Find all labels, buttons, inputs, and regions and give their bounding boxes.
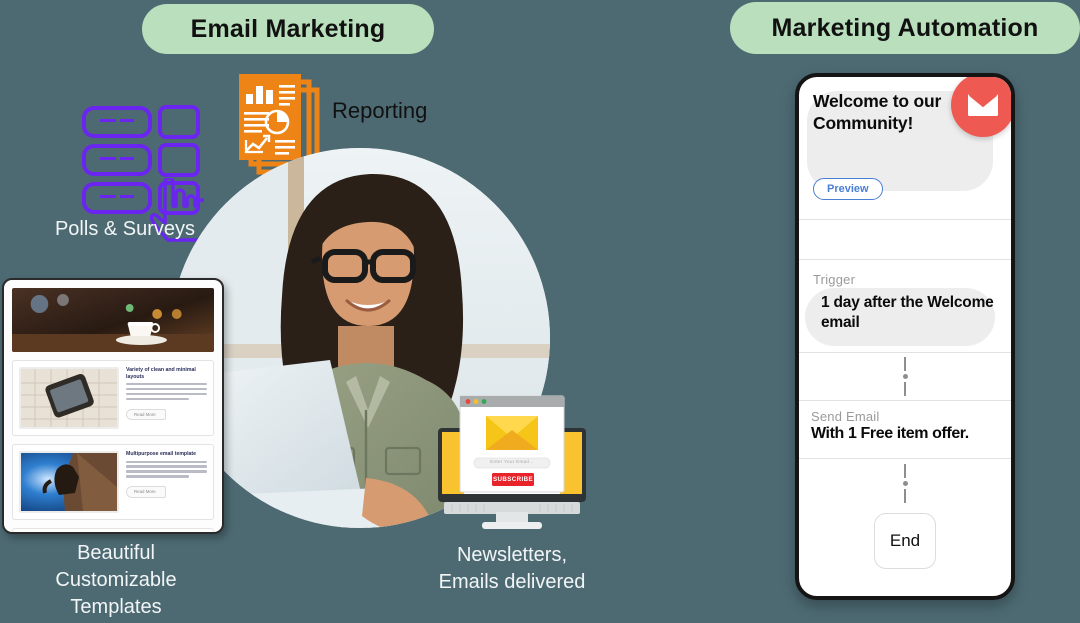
template-thumbnail bbox=[19, 451, 119, 513]
trigger-label: Trigger bbox=[813, 272, 856, 287]
email-template-preview-card: Variety of clean and minimal layouts Rea… bbox=[2, 278, 224, 534]
template-row: Variety of clean and minimal layouts Rea… bbox=[12, 360, 214, 436]
flow-spacer bbox=[799, 220, 1011, 260]
end-node[interactable]: End bbox=[874, 513, 936, 569]
checklist-pill bbox=[82, 106, 152, 138]
section-badge-email-marketing: Email Marketing bbox=[142, 4, 434, 54]
newsletter-signup-monitor: Enter Your Email... SUBSCRIBE bbox=[438, 394, 586, 530]
checklist-checkbox bbox=[158, 105, 200, 139]
templates-caption-line: Beautiful bbox=[77, 542, 155, 564]
flow-step-welcome[interactable]: Welcome to our Community! Preview bbox=[799, 77, 1011, 220]
newsletters-caption: Newsletters, Emails delivered bbox=[402, 542, 622, 596]
newsletters-caption-line: Newsletters, bbox=[456, 544, 568, 566]
template-row-text: Variety of clean and minimal layouts Rea… bbox=[126, 367, 207, 429]
flow-step-end: End bbox=[799, 507, 1011, 569]
newsletters-caption-line: Emails delivered bbox=[438, 571, 586, 593]
templates-caption: Beautiful Customizable Templates bbox=[0, 540, 232, 621]
checklist-pill bbox=[82, 182, 152, 214]
email-input-placeholder[interactable]: Enter Your Email... bbox=[474, 459, 550, 464]
send-email-value: With 1 Free item offer. bbox=[811, 425, 969, 442]
flow-connector bbox=[799, 459, 1011, 507]
template-row-body-placeholder bbox=[126, 383, 207, 401]
read-more-button[interactable]: Read More bbox=[126, 408, 166, 421]
templates-caption-line: Templates bbox=[70, 596, 162, 618]
template-row-text: Multipurpose email template Read More bbox=[126, 451, 207, 513]
reporting-label: Reporting bbox=[332, 98, 428, 123]
envelope-icon bbox=[951, 77, 1011, 137]
template-row-partial bbox=[12, 528, 214, 532]
section-badge-marketing-automation: Marketing Automation bbox=[730, 2, 1080, 54]
flow-step-trigger[interactable]: Trigger 1 day after the Welcome email bbox=[799, 260, 1011, 353]
template-row-heading: Variety of clean and minimal layouts bbox=[126, 367, 196, 380]
preview-button[interactable]: Preview bbox=[813, 178, 883, 200]
subscribe-button-label[interactable]: SUBSCRIBE bbox=[492, 476, 534, 483]
template-row-body-placeholder bbox=[126, 460, 207, 478]
template-hero-image bbox=[12, 288, 214, 352]
automation-flow-phone: Welcome to our Community! Preview Trigge… bbox=[795, 73, 1015, 600]
send-email-label: Send Email bbox=[811, 409, 880, 424]
template-row: Multipurpose email template Read More bbox=[12, 444, 214, 520]
template-thumbnail bbox=[19, 367, 119, 429]
read-more-button[interactable]: Read More bbox=[126, 486, 166, 498]
template-row-heading: Multipurpose email template bbox=[126, 451, 197, 457]
trigger-value: 1 day after the Welcome email bbox=[821, 294, 994, 332]
templates-caption-line: Customizable bbox=[55, 569, 177, 591]
flow-step-send-email[interactable]: Send Email With 1 Free item offer. bbox=[799, 401, 1011, 459]
flow-connector bbox=[799, 353, 1011, 401]
infographic-canvas: Email Marketing Marketing Automation Pol… bbox=[0, 0, 1080, 623]
checklist-pill bbox=[82, 144, 152, 176]
